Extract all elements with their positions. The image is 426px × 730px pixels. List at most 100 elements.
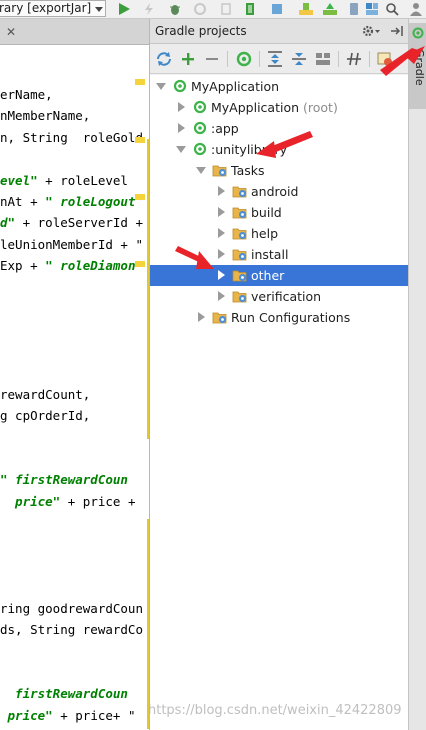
gradle-project-icon (192, 120, 208, 136)
stop-icon[interactable] (243, 2, 257, 16)
toolbar-separator (227, 51, 228, 67)
project-structure-icon[interactable] (365, 2, 379, 16)
code-line: nMemberName, (0, 108, 91, 124)
tree-node-run-configurations[interactable]: Run Configurations (150, 307, 409, 328)
chevron-down-icon[interactable] (176, 146, 186, 153)
gradle-project-icon (172, 78, 188, 94)
add-icon[interactable] (179, 50, 197, 68)
gradle-project-tree[interactable]: MyApplication MyApplication (root) :app :un… (150, 75, 409, 730)
refresh-icon[interactable] (155, 50, 173, 68)
gradle-tool-window-label: Gradle (413, 49, 426, 86)
tree-node-label: :unitylibrary (211, 142, 288, 157)
code-line: price" + price+ " (0, 707, 136, 723)
tree-node-build[interactable]: build (150, 202, 409, 223)
gear-icon[interactable] (361, 23, 381, 42)
code-line: erName, (0, 87, 53, 102)
gradle-panel-toolbar (150, 44, 409, 74)
tree-node-myapplication[interactable]: MyApplication (150, 76, 409, 97)
tree-node-label: MyApplication (191, 79, 280, 94)
tree-node-label: help (251, 226, 279, 241)
code-line: g cpOrderId, (0, 408, 91, 423)
tree-node-other[interactable]: other (150, 265, 409, 286)
run-configuration-select[interactable]: rary [exportJar] (0, 0, 106, 17)
tree-node-tasks[interactable]: Tasks (150, 160, 409, 181)
tree-node-verification[interactable]: verification (150, 286, 409, 307)
chevron-down-icon[interactable] (196, 167, 206, 174)
tree-node-app[interactable]: :app (150, 118, 409, 139)
attach-debugger-icon[interactable] (219, 2, 233, 16)
code-line: price" + price + (0, 493, 136, 509)
avd-manager-icon[interactable] (298, 2, 314, 16)
toggle-offline-icon[interactable] (345, 50, 363, 68)
user-icon[interactable] (409, 2, 423, 16)
code-editor[interactable]: ✕ erName, nMemberName, n, String roleGold e… (0, 19, 149, 730)
gradle-project-icon (192, 141, 208, 157)
tree-node-unitylibrary[interactable]: :unitylibrary (150, 139, 409, 160)
chevron-right-icon[interactable] (178, 102, 185, 112)
task-folder-icon (232, 267, 248, 283)
tree-node-myapplication[interactable]: MyApplication (root) (150, 97, 409, 118)
gradle-icon (412, 27, 424, 42)
toolbar-separator (369, 51, 370, 67)
execute-task-icon[interactable] (235, 50, 253, 68)
search-icon[interactable] (385, 2, 399, 16)
panel-title: Gradle projects (155, 24, 247, 38)
warning-marker[interactable] (135, 137, 145, 143)
tree-node-help[interactable]: help (150, 223, 409, 244)
gradle-project-icon (192, 99, 208, 115)
gradle-panel: Gradle projects MyApplication MyApplicat… (149, 19, 409, 730)
tree-node-android[interactable]: android (150, 181, 409, 202)
gradle-panel-header: Gradle projects (150, 19, 409, 44)
warning-marker[interactable] (135, 194, 145, 200)
close-tab-icon[interactable]: ✕ (6, 25, 16, 39)
collapse-all-icon[interactable] (290, 50, 308, 68)
tree-node-label: :app (211, 121, 239, 136)
chevron-right-icon[interactable] (218, 291, 225, 301)
sdk-manager-icon[interactable] (322, 2, 338, 16)
debug-icon[interactable] (168, 2, 182, 16)
code-line: n, String roleGold (0, 129, 143, 145)
hide-panel-icon[interactable] (390, 23, 404, 42)
chevron-right-icon[interactable] (218, 270, 225, 280)
toolbar-separator (338, 51, 339, 67)
code-line: Exp + " roleDiamon (0, 258, 136, 274)
warning-marker[interactable] (135, 261, 145, 267)
chevron-right-icon[interactable] (178, 123, 185, 133)
code-line: leUnionMemberId + " (0, 236, 143, 252)
tree-node-label: install (251, 247, 289, 262)
chevron-down-icon (95, 7, 103, 12)
group-modules-icon[interactable] (314, 50, 332, 68)
script-settings-icon[interactable] (376, 50, 394, 68)
chevron-right-icon[interactable] (218, 249, 225, 259)
code-line: evel" + roleLevel (0, 172, 128, 188)
apply-changes-icon[interactable] (142, 2, 156, 16)
code-line: rewardCount, (0, 386, 91, 402)
watermark: https://blog.csdn.net/weixin_42422809 (148, 703, 402, 718)
warning-marker[interactable] (135, 79, 145, 85)
run-configuration-value: rary [exportJar] (0, 1, 92, 15)
profile-icon[interactable] (193, 2, 207, 16)
expand-all-icon[interactable] (266, 50, 284, 68)
tree-node-label: MyApplication (root) (211, 100, 338, 115)
code-line: nAt + " roleLogout (0, 194, 136, 209)
chevron-right-icon[interactable] (198, 312, 205, 322)
code-line: d" + roleServerId + (0, 215, 143, 231)
gradle-tool-window-button[interactable]: Gradle (409, 23, 426, 109)
task-folder-icon (212, 162, 228, 178)
task-folder-icon (232, 183, 248, 199)
task-folder-icon (232, 288, 248, 304)
chevron-down-icon[interactable] (156, 83, 166, 90)
task-folder-icon (232, 225, 248, 241)
chevron-right-icon[interactable] (218, 186, 225, 196)
task-folder-icon (232, 204, 248, 220)
chevron-right-icon[interactable] (218, 207, 225, 217)
run-icon[interactable] (117, 2, 131, 16)
chevron-right-icon[interactable] (218, 228, 225, 238)
device-icon[interactable] (347, 2, 361, 16)
right-tool-strip: Gradle (408, 19, 426, 730)
tree-node-label: build (251, 205, 282, 220)
remove-icon[interactable] (203, 50, 221, 68)
sync-project-icon[interactable] (270, 2, 284, 16)
tree-node-install[interactable]: install (150, 244, 409, 265)
code-line: ring goodrewardCoun (0, 600, 143, 616)
